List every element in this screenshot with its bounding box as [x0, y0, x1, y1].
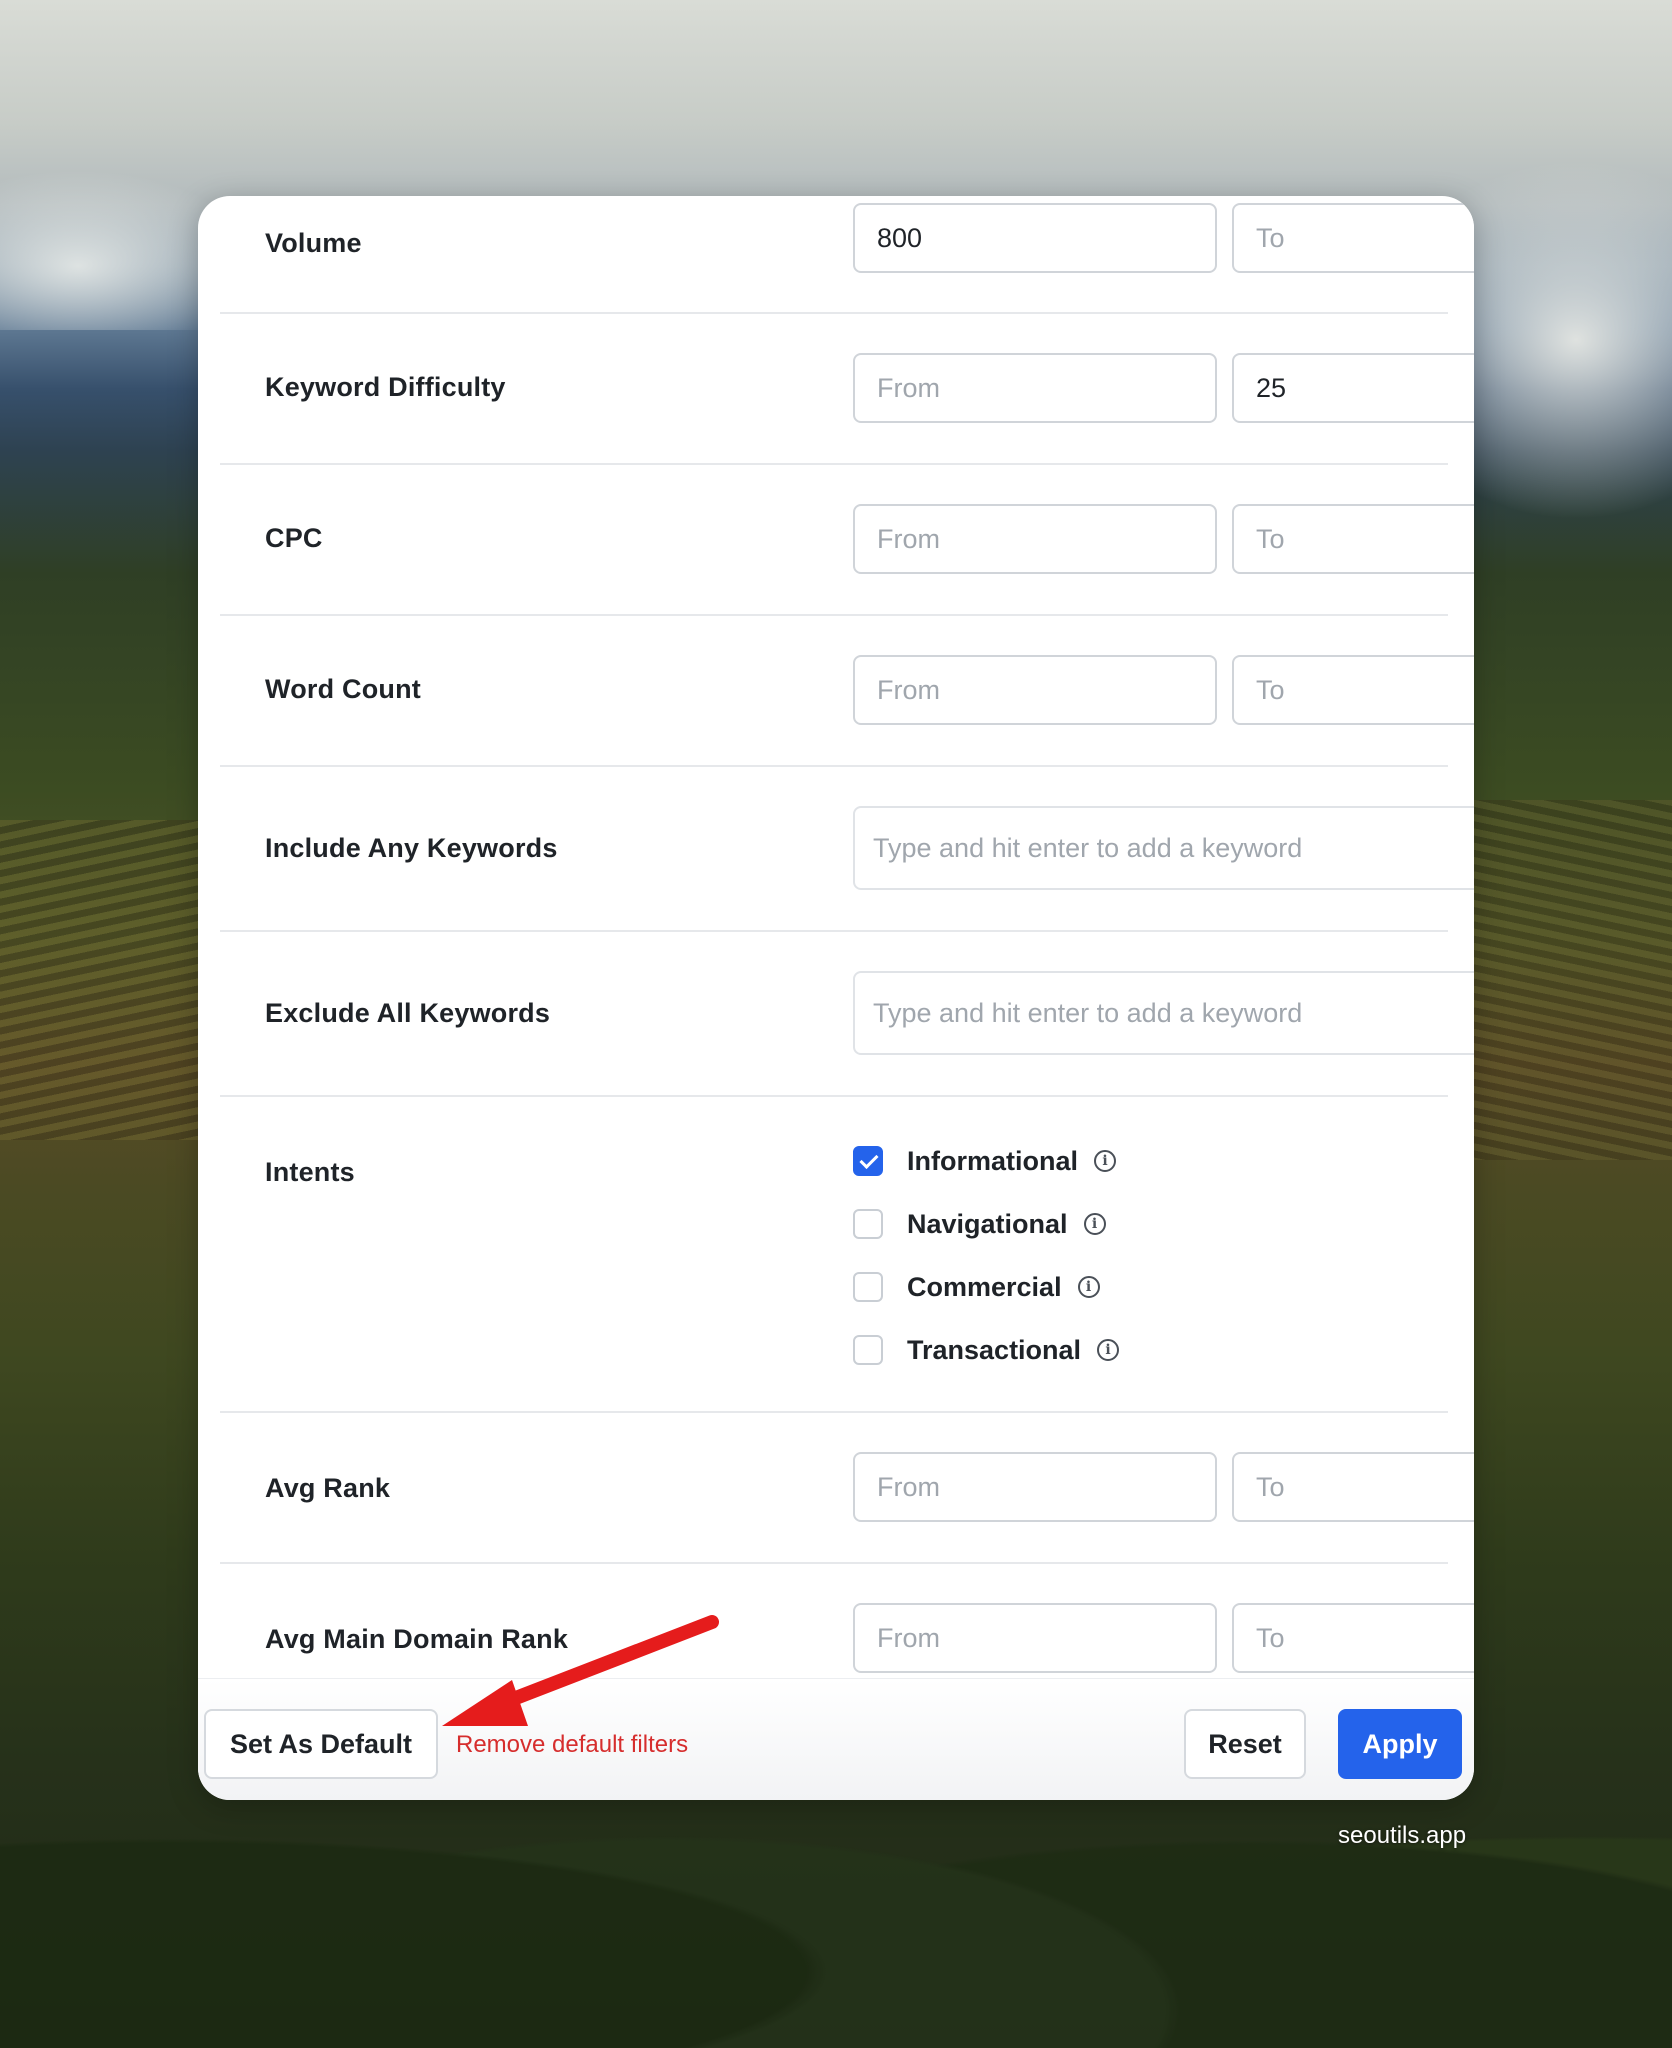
- filter-label-volume: Volume: [265, 228, 362, 258]
- volume-to-input[interactable]: [1232, 203, 1474, 273]
- intent-label: Informational: [907, 1145, 1079, 1176]
- avg-rank-from-input[interactable]: [853, 1452, 1217, 1522]
- avg-main-domain-rank-from-input[interactable]: [853, 1603, 1217, 1673]
- cpc-to-input[interactable]: [1232, 504, 1474, 574]
- volume-from-input[interactable]: [853, 203, 1217, 273]
- exclude-keywords-combobox[interactable]: [853, 971, 1474, 1055]
- filter-row-word-count: Word Count: [220, 614, 1474, 767]
- filters-panel: Volume Keyword Difficulty CPC Word Count…: [198, 196, 1474, 1800]
- filter-label-avg-rank: Avg Rank: [265, 1473, 391, 1503]
- remove-default-filters-link[interactable]: Remove default filters: [456, 1731, 688, 1759]
- filter-label-cpc: CPC: [265, 523, 323, 553]
- cpc-from-input[interactable]: [853, 504, 1217, 574]
- set-as-default-button[interactable]: Set As Default: [204, 1709, 438, 1779]
- keyword-difficulty-from-input[interactable]: [853, 353, 1217, 423]
- info-icon[interactable]: i: [1083, 1213, 1106, 1235]
- vineyard-left: [0, 820, 220, 1140]
- reset-button[interactable]: Reset: [1184, 1709, 1306, 1779]
- filter-row-exclude-all-keywords: Exclude All Keywords: [220, 930, 1474, 1097]
- filter-row-cpc: CPC: [220, 463, 1474, 616]
- filter-row-avg-rank: Avg Rank: [220, 1411, 1474, 1564]
- navigational-checkbox[interactable]: [853, 1209, 883, 1239]
- keyword-difficulty-to-input[interactable]: [1232, 353, 1474, 423]
- intent-label: Commercial: [907, 1271, 1062, 1302]
- filter-label-include-any-keywords: Include Any Keywords: [265, 833, 558, 863]
- filter-row-volume: Volume: [220, 196, 1474, 314]
- filter-label-exclude-all-keywords: Exclude All Keywords: [265, 998, 551, 1028]
- avg-rank-to-input[interactable]: [1232, 1452, 1474, 1522]
- avg-main-domain-rank-to-input[interactable]: [1232, 1603, 1474, 1673]
- filter-row-keyword-difficulty: Keyword Difficulty: [220, 312, 1474, 465]
- include-keywords-input[interactable]: [871, 808, 1474, 888]
- info-icon[interactable]: i: [1094, 1150, 1117, 1172]
- filter-rows: Volume Keyword Difficulty CPC Word Count…: [198, 196, 1474, 1678]
- vineyard-right: [1452, 800, 1672, 1160]
- commercial-checkbox[interactable]: [853, 1272, 883, 1302]
- filter-label-avg-main-domain-rank: Avg Main Domain Rank: [265, 1624, 569, 1654]
- info-icon[interactable]: i: [1097, 1339, 1120, 1361]
- intent-option-informational[interactable]: Informational i: [853, 1141, 1117, 1181]
- watermark-text: seoutils.app: [1338, 1822, 1467, 1849]
- filter-row-include-any-keywords: Include Any Keywords: [220, 765, 1474, 932]
- filter-label-word-count: Word Count: [265, 674, 421, 704]
- transactional-checkbox[interactable]: [853, 1335, 883, 1365]
- intent-label: Transactional: [907, 1334, 1082, 1365]
- word-count-from-input[interactable]: [853, 655, 1217, 725]
- intent-option-transactional[interactable]: Transactional i: [853, 1330, 1120, 1370]
- intent-option-navigational[interactable]: Navigational i: [853, 1204, 1106, 1244]
- informational-checkbox[interactable]: [853, 1146, 883, 1176]
- filter-row-avg-main-domain-rank: Avg Main Domain Rank: [220, 1562, 1474, 1678]
- filter-row-intents: Intents Informational i Navigational i C…: [220, 1095, 1448, 1413]
- panel-footer: Set As Default Remove default filters Re…: [198, 1678, 1474, 1800]
- filter-label-keyword-difficulty: Keyword Difficulty: [265, 372, 506, 402]
- info-icon[interactable]: i: [1077, 1276, 1100, 1298]
- filter-label-intents: Intents: [265, 1157, 355, 1187]
- exclude-keywords-input[interactable]: [871, 973, 1474, 1053]
- include-keywords-combobox[interactable]: [853, 806, 1474, 890]
- apply-button[interactable]: Apply: [1338, 1709, 1462, 1779]
- intent-label: Navigational: [907, 1208, 1068, 1239]
- word-count-to-input[interactable]: [1232, 655, 1474, 725]
- intent-option-commercial[interactable]: Commercial i: [853, 1267, 1100, 1307]
